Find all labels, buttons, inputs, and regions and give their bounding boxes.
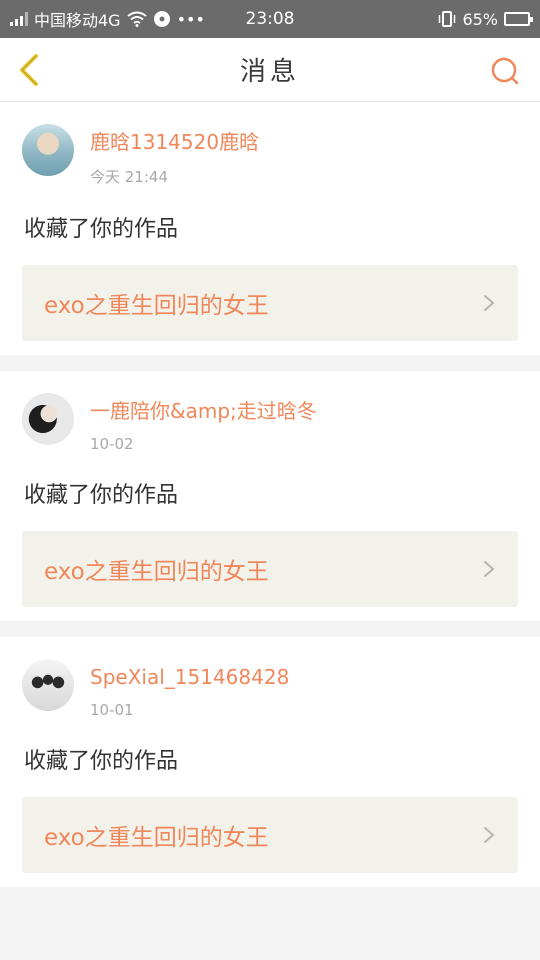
- avatar[interactable]: [22, 393, 74, 445]
- vibrate-icon: [439, 11, 456, 27]
- work-link[interactable]: exo之重生回归的女王: [22, 797, 518, 873]
- user-meta: 一鹿陪你&amp;走过晗冬 10-02: [90, 393, 317, 453]
- work-link[interactable]: exo之重生回归的女王: [22, 531, 518, 607]
- notification-card: 鹿晗1314520鹿晗 今天 21:44 收藏了你的作品 exo之重生回归的女王: [0, 102, 540, 355]
- username[interactable]: SpeXial_151468428: [90, 663, 289, 691]
- work-title: exo之重生回归的女王: [44, 825, 269, 851]
- signal-icon: [10, 12, 28, 26]
- timestamp: 今天 21:44: [90, 168, 168, 186]
- top-bar: 消息: [0, 38, 540, 102]
- avatar[interactable]: [22, 659, 74, 711]
- status-right: 65%: [438, 9, 533, 29]
- user-row: 一鹿陪你&amp;走过晗冬 10-02: [22, 393, 518, 453]
- action-text: 收藏了你的作品: [24, 749, 179, 774]
- chevron-right-icon: [484, 295, 495, 311]
- battery-icon: [504, 12, 533, 26]
- timestamp: 10-01: [90, 701, 134, 719]
- action-text: 收藏了你的作品: [24, 483, 179, 508]
- disc-icon: [153, 11, 170, 27]
- search-icon[interactable]: [490, 56, 520, 86]
- status-bar: 中国移动4G ••• 23:08 65%: [0, 0, 540, 38]
- battery-percent: 65%: [462, 9, 498, 29]
- chevron-right-icon: [484, 561, 495, 577]
- username[interactable]: 鹿晗1314520鹿晗: [90, 128, 259, 156]
- user-meta: SpeXial_151468428 10-01: [90, 659, 289, 719]
- carrier-label: 中国移动4G: [34, 11, 121, 30]
- work-title: exo之重生回归的女王: [44, 559, 269, 585]
- chevron-left-icon[interactable]: [14, 50, 46, 90]
- user-row: 鹿晗1314520鹿晗 今天 21:44: [22, 124, 518, 187]
- more-dots: •••: [176, 9, 205, 29]
- notification-card: SpeXial_151468428 10-01 收藏了你的作品 exo之重生回归…: [0, 637, 540, 887]
- avatar[interactable]: [22, 124, 74, 176]
- user-row: SpeXial_151468428 10-01: [22, 659, 518, 719]
- username[interactable]: 一鹿陪你&amp;走过晗冬: [90, 397, 317, 425]
- notification-list: 鹿晗1314520鹿晗 今天 21:44 收藏了你的作品 exo之重生回归的女王…: [0, 102, 540, 887]
- timestamp: 10-02: [90, 435, 134, 453]
- status-left: 中国移动4G •••: [10, 7, 205, 31]
- action-text: 收藏了你的作品: [24, 217, 179, 242]
- notification-card: 一鹿陪你&amp;走过晗冬 10-02 收藏了你的作品 exo之重生回归的女王: [0, 371, 540, 621]
- user-meta: 鹿晗1314520鹿晗 今天 21:44: [90, 124, 259, 187]
- work-link[interactable]: exo之重生回归的女王: [22, 265, 518, 341]
- work-title: exo之重生回归的女王: [44, 293, 269, 319]
- chevron-right-icon: [484, 827, 495, 843]
- wifi-icon: [126, 11, 147, 27]
- page-title: 消息: [239, 57, 300, 87]
